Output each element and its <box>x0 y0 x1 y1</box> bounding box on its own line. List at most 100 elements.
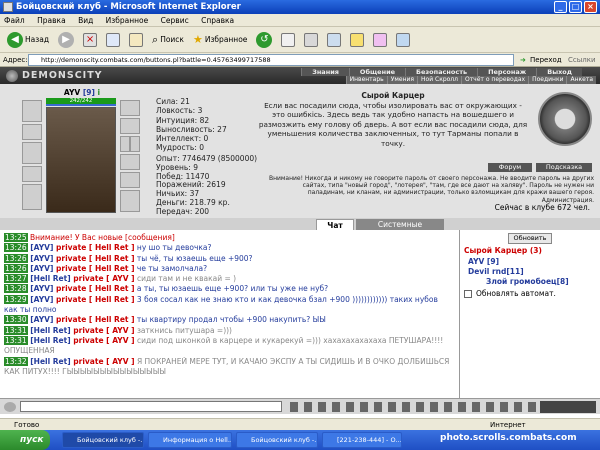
tools-button[interactable] <box>393 30 413 50</box>
chat-private-target[interactable]: private [ Hell Ret ] <box>56 243 135 252</box>
refresh-list-button[interactable]: Обновить <box>508 233 552 244</box>
shield-slot[interactable] <box>22 184 42 210</box>
stop-button[interactable]: × <box>80 30 100 50</box>
chat-author[interactable]: [AYV] <box>28 264 56 273</box>
chat-private-target[interactable]: private [ Hell Ret ] <box>56 284 135 293</box>
forward-button[interactable]: ▶ <box>55 30 77 50</box>
history-button[interactable]: ↺ <box>253 30 275 50</box>
chat-author[interactable]: [Hell Ret] <box>28 357 74 366</box>
go-button[interactable]: Переход <box>530 53 562 67</box>
player-ayv[interactable]: AYV [9] <box>468 257 499 266</box>
menu-view[interactable]: Вид <box>78 16 93 25</box>
hint-button[interactable]: Подсказка <box>536 163 592 172</box>
nav-security[interactable]: Безопасность <box>405 68 478 76</box>
refresh-button[interactable] <box>103 30 123 50</box>
menu-tools[interactable]: Сервис <box>161 16 189 25</box>
home-button[interactable] <box>126 30 146 50</box>
chat-timestamp[interactable]: 13:26 <box>4 243 28 253</box>
character-name[interactable]: AYV [9] i <box>46 88 118 97</box>
bracer-slot[interactable] <box>120 172 140 188</box>
chat-private-target[interactable]: private [ AYV ] <box>73 357 134 366</box>
chat-timestamp[interactable]: 13:26 <box>4 263 28 273</box>
player-zloy-gromoboec[interactable]: Злой громобоец[8] <box>486 277 569 286</box>
nav-social[interactable]: Общение <box>348 68 406 76</box>
close-button[interactable]: × <box>584 1 597 13</box>
start-button[interactable]: пуск <box>0 430 50 450</box>
discuss-button[interactable] <box>347 30 367 50</box>
nav-profile[interactable]: Анкета <box>566 76 596 84</box>
tab-system-messages[interactable]: Системные сообщения <box>356 219 444 240</box>
menu-file[interactable]: Файл <box>4 16 25 25</box>
mail-button[interactable] <box>278 30 298 50</box>
chat-private-target[interactable]: private [ AYV ] <box>73 336 134 345</box>
minimize-button[interactable]: _ <box>554 1 567 13</box>
weapon-slot[interactable] <box>22 124 42 140</box>
nav-transfers[interactable]: Отчёт о переводах <box>460 76 529 84</box>
autoupdate-checkbox[interactable] <box>464 290 472 298</box>
nav-inventory[interactable]: Инвентарь <box>345 76 387 84</box>
go-arrow-icon[interactable]: ➜ <box>520 53 526 67</box>
task-chat[interactable]: [221-238-444] - О... <box>322 432 402 448</box>
nav-knowledge[interactable]: Знания <box>301 68 349 76</box>
chat-author[interactable]: [Hell Ret] <box>28 274 74 283</box>
chat-timestamp[interactable]: 13:29 <box>4 294 28 304</box>
menu-edit[interactable]: Правка <box>37 16 66 25</box>
chat-timestamp[interactable]: 13:31 <box>4 335 28 345</box>
chat-private-target[interactable]: private [ Hell Ret ] <box>56 264 135 273</box>
chat-private-target[interactable]: private [ Hell Ret ] <box>56 254 135 263</box>
nav-exit[interactable]: Выход <box>536 68 582 76</box>
chat-action-icons[interactable] <box>290 402 536 412</box>
amulet-slot[interactable] <box>120 118 140 134</box>
location-map-icon[interactable] <box>538 92 592 146</box>
player-devil-rnd[interactable]: Devil rnd[11] <box>468 267 524 276</box>
info-icon[interactable]: i <box>98 88 101 97</box>
ring-slot-2[interactable] <box>130 136 140 152</box>
address-input[interactable]: http://demonscity.combats.com/buttons.pl… <box>28 54 514 66</box>
tab-chat[interactable]: Чат <box>316 219 354 230</box>
nav-character[interactable]: Персонаж <box>477 68 537 76</box>
armor-slot[interactable] <box>22 142 42 164</box>
task-combats-1[interactable]: Бойцовский клуб -... <box>62 432 144 448</box>
chat-author[interactable]: [Hell Ret] <box>28 336 74 345</box>
gloves-slot[interactable] <box>120 154 140 170</box>
back-button[interactable]: ◀ Назад <box>4 30 52 50</box>
smile-icon[interactable] <box>4 402 16 412</box>
chat-timestamp[interactable]: 13:26 <box>4 253 28 263</box>
belt-slot[interactable] <box>22 166 42 182</box>
earring-slot[interactable] <box>120 100 140 116</box>
boots-slot[interactable] <box>120 190 140 212</box>
messenger-button[interactable] <box>370 30 390 50</box>
chat-author[interactable]: [AYV] <box>28 243 56 252</box>
edit-button[interactable] <box>324 30 344 50</box>
chat-timestamp[interactable]: 13:27 <box>4 274 28 284</box>
menu-favorites[interactable]: Избранное <box>106 16 149 25</box>
print-button[interactable] <box>301 30 321 50</box>
search-button[interactable]: ⌕ Поиск <box>149 30 187 50</box>
menu-help[interactable]: Справка <box>201 16 234 25</box>
task-combats-2[interactable]: Бойцовский клуб -... <box>236 432 318 448</box>
chat-timestamp[interactable]: 13:28 <box>4 284 28 294</box>
chat-timestamp[interactable]: 13:25 <box>4 233 28 242</box>
chat-private-target[interactable]: private [ AYV ] <box>73 274 134 283</box>
forum-button[interactable]: Форум <box>488 163 532 172</box>
chat-author[interactable]: [AYV] <box>28 284 56 293</box>
chat-message-input[interactable] <box>20 401 282 412</box>
chat-private-target[interactable]: private [ Hell Ret ] <box>56 315 135 324</box>
nav-scroll[interactable]: Ной Скролл <box>417 76 461 84</box>
chat-timestamp[interactable]: 13:31 <box>4 325 28 335</box>
maximize-button[interactable]: □ <box>569 1 582 13</box>
chat-timestamp[interactable]: 13:30 <box>4 315 28 325</box>
chat-author[interactable]: [AYV] <box>28 315 56 324</box>
chat-author[interactable]: [Hell Ret] <box>28 326 74 335</box>
chat-timestamp[interactable]: 13:32 <box>4 356 28 366</box>
favorites-button[interactable]: ★ Избранное <box>190 30 250 50</box>
chat-private-target[interactable]: private [ Hell Ret ] <box>56 295 135 304</box>
links-button[interactable]: Ссылки <box>568 53 596 67</box>
chat-author[interactable]: [AYV] <box>28 295 56 304</box>
chat-private-target[interactable]: private [ AYV ] <box>73 326 134 335</box>
ring-slot-1[interactable] <box>120 136 130 152</box>
nav-battles[interactable]: Поединки <box>528 76 567 84</box>
task-info[interactable]: Информация о Hell... <box>148 432 232 448</box>
nav-skills[interactable]: Умения <box>386 76 418 84</box>
chat-author[interactable]: [AYV] <box>28 254 56 263</box>
